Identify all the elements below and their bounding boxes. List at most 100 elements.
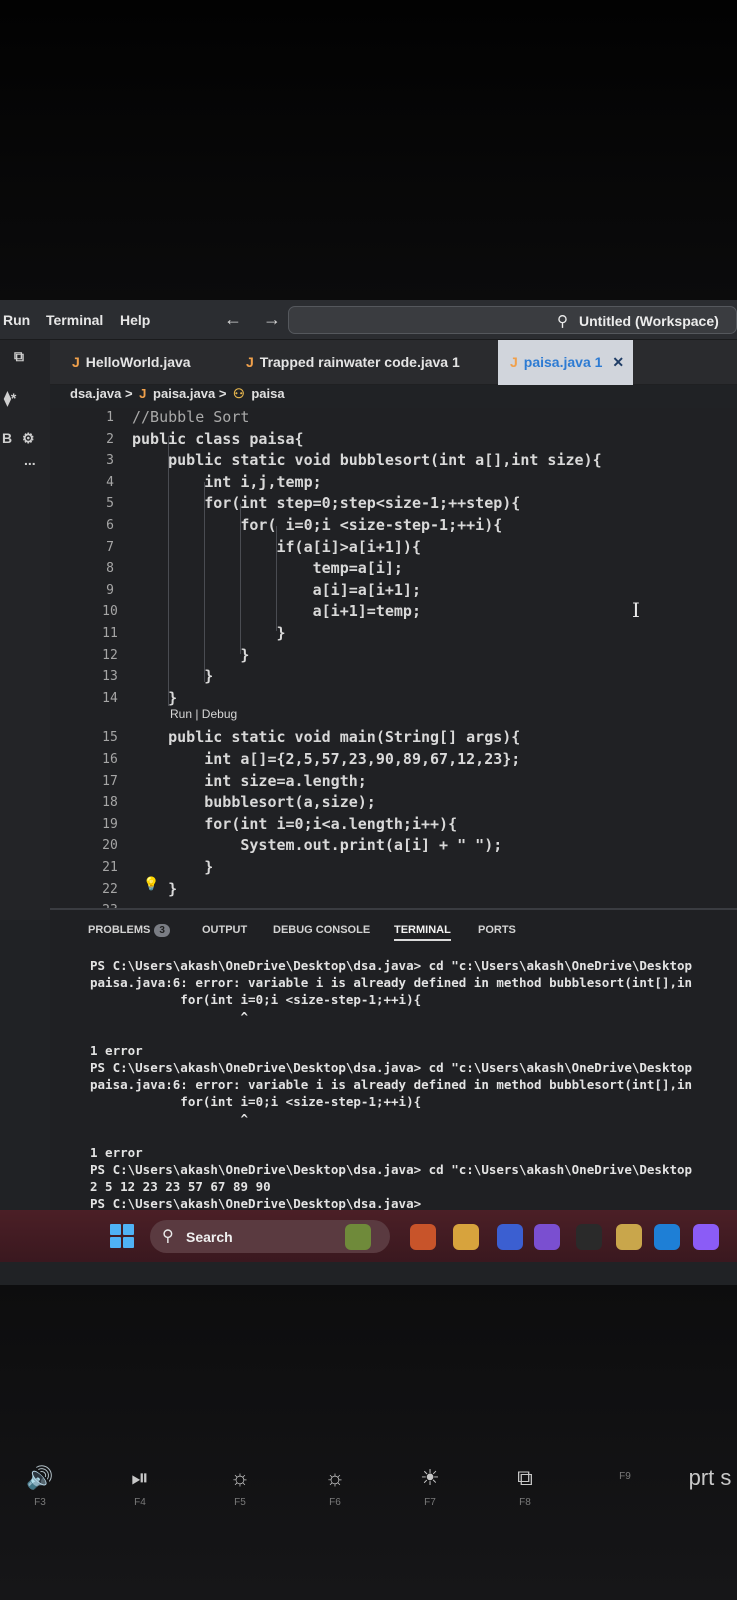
terminal-line: PS C:\Users\akash\OneDrive\Desktop\dsa.j… bbox=[90, 1162, 693, 1177]
widgets-icon[interactable] bbox=[345, 1224, 371, 1250]
menu-run[interactable]: Run bbox=[3, 312, 30, 328]
laptop-keyboard: 🔊 F3 ⏯ F4 ☼ F5 ☼ F6 ☀ F7 ⧉ F8 F9 prt s bbox=[0, 1285, 737, 1600]
code-line[interactable]: } bbox=[132, 858, 213, 876]
tab-trapped-rainwater[interactable]: J Trapped rainwater code.java 1 bbox=[246, 340, 460, 385]
code-line[interactable]: bubblesort(a,size); bbox=[132, 793, 376, 811]
code-line[interactable]: //Bubble Sort bbox=[132, 408, 249, 426]
tab-terminal[interactable]: TERMINAL bbox=[394, 924, 451, 941]
function-key[interactable]: ⏯ F4 bbox=[110, 1465, 170, 1508]
more-icon[interactable]: ... bbox=[24, 452, 36, 468]
terminal-line: ^ bbox=[90, 1009, 249, 1024]
function-key[interactable]: 🔊 F3 bbox=[10, 1465, 70, 1508]
breadcrumb-file[interactable]: paisa.java bbox=[153, 386, 215, 401]
code-line[interactable]: } bbox=[132, 689, 177, 707]
terminal-line: for(int i=0;i <size-step-1;++i){ bbox=[90, 1094, 422, 1109]
class-symbol-icon: ⚇ bbox=[233, 386, 245, 401]
account-icon[interactable]: ⚙ bbox=[22, 430, 35, 447]
function-key[interactable]: ☼ F6 bbox=[305, 1465, 365, 1508]
file-explorer-icon[interactable] bbox=[453, 1224, 479, 1250]
key-symbol-icon: ☼ bbox=[324, 1465, 346, 1490]
terminal-line: paisa.java:6: error: variable i is alrea… bbox=[90, 975, 693, 990]
code-line[interactable]: int i,j,temp; bbox=[132, 473, 321, 491]
code-editor[interactable]: 1234567891011121314151617181920212223 //… bbox=[50, 408, 737, 918]
store-icon[interactable] bbox=[616, 1224, 642, 1250]
tab-output[interactable]: OUTPUT bbox=[202, 924, 247, 936]
tab-debug-console[interactable]: DEBUG CONSOLE bbox=[273, 924, 370, 936]
lightbulb-icon[interactable]: 💡 bbox=[143, 876, 159, 892]
function-key[interactable]: ☼ F5 bbox=[210, 1465, 270, 1508]
store-game-icon[interactable] bbox=[410, 1224, 436, 1250]
tab-helloworld[interactable]: J HelloWorld.java bbox=[72, 340, 191, 385]
menu-help[interactable]: Help bbox=[120, 312, 150, 328]
code-line[interactable]: temp=a[i]; bbox=[132, 559, 403, 577]
indent-guide bbox=[240, 504, 241, 654]
edge-icon[interactable] bbox=[654, 1224, 680, 1250]
key-label: F9 bbox=[619, 1471, 631, 1482]
key-label: F7 bbox=[424, 1497, 436, 1508]
taskbar: ⚲ Search bbox=[0, 1210, 737, 1262]
git-icon[interactable]: B bbox=[2, 430, 12, 446]
terminal-output[interactable]: PS C:\Users\akash\OneDrive\Desktop\dsa.j… bbox=[90, 958, 737, 1213]
dell-icon[interactable] bbox=[576, 1224, 602, 1250]
key-label: F3 bbox=[34, 1497, 46, 1508]
workspace-title: Untitled (Workspace) bbox=[579, 313, 719, 329]
tab-paisa[interactable]: Jpaisa.java 1 ✕ bbox=[498, 340, 633, 385]
command-center[interactable]: ⚲ Untitled (Workspace) bbox=[288, 306, 737, 334]
key-symbol-icon: prt s bbox=[688, 1465, 732, 1490]
code-line[interactable]: System.out.print(a[i] + " "); bbox=[132, 836, 502, 854]
search-icon: ⚲ bbox=[162, 1228, 174, 1245]
close-icon[interactable]: ✕ bbox=[612, 354, 624, 370]
problems-count-badge: 3 bbox=[154, 924, 170, 937]
code-line[interactable]: for(int step=0;step<size-1;++step){ bbox=[132, 494, 520, 512]
code-line[interactable]: for( i=0;i <size-step-1;++i){ bbox=[132, 516, 502, 534]
menu-bar: Run Terminal Help ← → ⚲ Untitled (Worksp… bbox=[0, 300, 737, 340]
key-label: F4 bbox=[134, 1497, 146, 1508]
key-symbol-icon: ⧉ bbox=[517, 1465, 533, 1490]
code-line[interactable]: int a[]={2,5,57,23,90,89,67,12,23}; bbox=[132, 750, 520, 768]
key-symbol-icon: 🔊 bbox=[26, 1465, 54, 1490]
indent-guide bbox=[204, 482, 205, 682]
key-symbol-icon: ☼ bbox=[229, 1465, 251, 1490]
function-key[interactable]: F9 bbox=[595, 1465, 655, 1482]
function-key[interactable]: prt s bbox=[680, 1465, 737, 1497]
copilot-icon[interactable] bbox=[693, 1224, 719, 1250]
editor-tabs: J HelloWorld.java J Trapped rainwater code… bbox=[50, 340, 737, 385]
search-icon: ⚲ bbox=[557, 313, 568, 330]
function-key[interactable]: ☀ F7 bbox=[400, 1465, 460, 1508]
teams-icon[interactable] bbox=[497, 1224, 523, 1250]
code-line[interactable]: } bbox=[132, 624, 285, 642]
function-key[interactable]: ⧉ F8 bbox=[495, 1465, 555, 1508]
breadcrumb: dsa.java > J paisa.java > ⚇ paisa bbox=[70, 386, 285, 408]
code-line[interactable]: } bbox=[132, 667, 213, 685]
tab-problems[interactable]: PROBLEMS 3 bbox=[88, 924, 170, 937]
code-line[interactable]: public static void main(String[] args){ bbox=[132, 728, 520, 746]
terminal-line: PS C:\Users\akash\OneDrive\Desktop\dsa.j… bbox=[90, 958, 693, 973]
indent-guide bbox=[276, 526, 277, 631]
extensions-icon[interactable]: ⧫* bbox=[4, 390, 16, 407]
terminal-line: for(int i=0;i <size-step-1;++i){ bbox=[90, 992, 422, 1007]
key-symbol-icon: ⏯ bbox=[131, 1465, 149, 1490]
code-line[interactable]: } bbox=[132, 646, 249, 664]
terminal-line: 1 error bbox=[90, 1145, 143, 1160]
tab-ports[interactable]: PORTS bbox=[478, 924, 516, 936]
menu-terminal[interactable]: Terminal bbox=[46, 312, 103, 328]
run-debug-codelens[interactable]: Run | Debug bbox=[170, 707, 237, 721]
breadcrumb-symbol[interactable]: paisa bbox=[251, 386, 284, 401]
code-line[interactable]: for(int i=0;i<a.length;i++){ bbox=[132, 815, 457, 833]
code-area[interactable]: //Bubble Sort public class paisa{ public … bbox=[130, 408, 737, 908]
text-cursor-icon: I bbox=[632, 598, 640, 622]
nav-back-forward-icon[interactable]: ← → bbox=[224, 309, 289, 330]
meet-icon[interactable] bbox=[534, 1224, 560, 1250]
code-line[interactable]: int size=a.length; bbox=[132, 772, 367, 790]
breadcrumb-folder[interactable]: dsa.java bbox=[70, 386, 121, 401]
java-file-icon: J bbox=[246, 354, 254, 370]
explorer-icon[interactable]: ⧉ bbox=[14, 348, 24, 365]
windows-start-icon[interactable] bbox=[110, 1224, 134, 1248]
screen-bezel bbox=[0, 0, 737, 300]
line-number-gutter: 1234567891011121314151617181920212223 bbox=[80, 408, 135, 918]
code-line[interactable]: public static void bubblesort(int a[],in… bbox=[132, 451, 602, 469]
code-line[interactable]: public class paisa{ bbox=[132, 430, 304, 448]
terminal-line: 2 5 12 23 23 57 67 89 90 bbox=[90, 1179, 271, 1194]
